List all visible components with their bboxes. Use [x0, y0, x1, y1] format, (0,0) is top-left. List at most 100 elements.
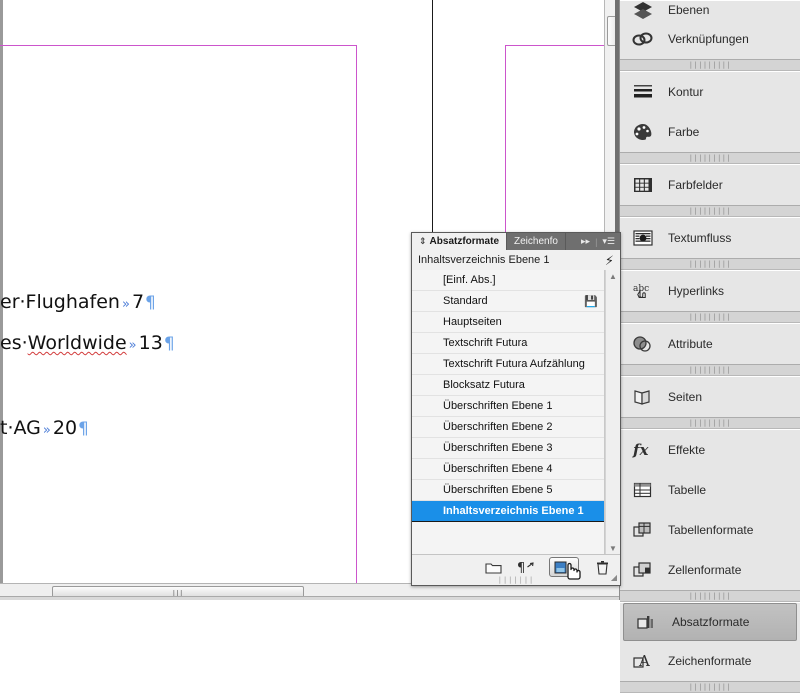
style-label: Überschriften Ebene 3 [443, 442, 553, 454]
list-item[interactable]: Überschriften Ebene 2 [412, 417, 604, 438]
dock-item-zellenformate[interactable]: Zellenformate [620, 550, 800, 590]
list-item[interactable]: Überschriften Ebene 3 [412, 438, 604, 459]
style-label: Blocksatz Futura [443, 379, 525, 391]
panel-tab-bar[interactable]: ⇕ Absatzformate Zeichenfo ▸▸ | ▾☰ [412, 233, 620, 250]
dock-label-verknuepfungen: Verknüpfungen [668, 32, 749, 46]
line2-misspelled-word: Worldwide [27, 332, 127, 354]
floppy-disk-icon: 💾 [584, 295, 598, 308]
folder-icon[interactable] [483, 558, 503, 576]
paragraph-styles-panel[interactable]: ⇕ Absatzformate Zeichenfo ▸▸ | ▾☰ Inhalt… [411, 232, 621, 586]
dock-item-effekte[interactable]: fx Effekte [620, 430, 800, 470]
svg-text:A: A [638, 652, 650, 670]
panel-menu-icon[interactable]: ▾☰ [602, 236, 615, 247]
dock-item-absatzformate[interactable]: Absatzformate [623, 603, 797, 641]
dock-grip-5[interactable]: ||||||||| [620, 312, 800, 323]
dock-grip-3[interactable]: ||||||||| [620, 206, 800, 217]
collapse-chevrons-icon[interactable]: ⇕ [419, 236, 427, 247]
line3-number: 20 [52, 417, 78, 439]
pilcrow-plus-icon[interactable]: ¶ [516, 558, 536, 576]
panel-footer-toolbar[interactable]: ¶ ||||||| ◢ [412, 554, 620, 585]
trash-icon[interactable] [592, 558, 612, 576]
tab-overflow-icon[interactable]: ▸▸ [581, 236, 590, 247]
dock-label-tabelle: Tabelle [668, 483, 707, 497]
style-label: [Einf. Abs.] [443, 274, 496, 286]
dock-label-hyperlinks: Hyperlinks [668, 284, 725, 298]
dock-grip-7[interactable]: ||||||||| [620, 418, 800, 429]
dock-label-seiten: Seiten [668, 390, 703, 404]
style-label: Hauptseiten [443, 316, 502, 328]
new-style-icon[interactable] [549, 557, 579, 577]
pages-icon [630, 384, 656, 410]
dock-group-effects-tables: fx Effekte Tabelle Tabellenformate Zelle… [620, 429, 800, 591]
current-style-field[interactable]: Inhaltsverzeichnis Ebene 1 ⚡ [412, 250, 620, 271]
color-palette-icon [630, 119, 656, 145]
style-label: Überschriften Ebene 2 [443, 421, 553, 433]
canvas-bottom-edge [0, 596, 620, 600]
line2-chevron: » [128, 338, 137, 353]
list-item[interactable]: Blocksatz Futura [412, 375, 604, 396]
list-item[interactable]: Hauptseiten [412, 312, 604, 333]
dock-group-swatches: Farbfelder [620, 164, 800, 206]
dock-item-hyperlinks[interactable]: abc Hyperlinks [620, 271, 800, 311]
line1-text: er·Flughafen [0, 291, 120, 313]
style-label: Überschriften Ebene 1 [443, 400, 553, 412]
panel-dock[interactable]: Ebenen Verknüpfungen ||||||||| Kontur Fa… [619, 0, 800, 693]
svg-text:abc: abc [633, 284, 649, 294]
dock-item-attribute[interactable]: Attribute [620, 324, 800, 364]
list-item[interactable]: Überschriften Ebene 5 [412, 480, 604, 501]
dock-group-hyperlinks: abc Hyperlinks [620, 270, 800, 312]
list-item[interactable]: Überschriften Ebene 4 [412, 459, 604, 480]
dock-item-zeichenformate[interactable]: A Zeichenformate [620, 641, 800, 681]
grip-dots-7: ||||||||| [688, 418, 732, 427]
cell-styles-icon [630, 557, 656, 583]
dock-item-kontur[interactable]: Kontur [620, 72, 800, 112]
scroll-up-arrow-icon[interactable]: ▲ [609, 270, 617, 283]
dock-grip-6[interactable]: ||||||||| [620, 365, 800, 376]
dock-grip-8[interactable]: ||||||||| [620, 591, 800, 602]
dock-grip-4[interactable]: ||||||||| [620, 259, 800, 270]
table-icon [630, 477, 656, 503]
tab-zeichenformate[interactable]: Zeichenfo [507, 233, 566, 250]
dock-label-zeichenformate: Zeichenformate [668, 654, 752, 668]
links-icon [630, 26, 656, 52]
style-list[interactable]: [Einf. Abs.] Standard 💾 Hauptseiten Text… [412, 270, 605, 555]
dock-item-seiten[interactable]: Seiten [620, 377, 800, 417]
dock-item-verknuepfungen[interactable]: Verknüpfungen [620, 19, 800, 59]
grip-dots-8: ||||||||| [688, 591, 732, 600]
grip-dots-9: ||||||||| [688, 682, 732, 691]
dock-label-attribute: Attribute [668, 337, 713, 351]
style-label: Standard [443, 295, 488, 307]
dock-group-textwrap: Textumfluss [620, 217, 800, 259]
dock-grip-2[interactable]: ||||||||| [620, 153, 800, 164]
dock-item-ebenen[interactable]: Ebenen [620, 1, 800, 19]
dock-label-farbe: Farbe [668, 125, 700, 139]
list-item-selected[interactable]: Inhaltsverzeichnis Ebene 1 [412, 501, 604, 522]
dock-grip-9[interactable]: ||||||||| [620, 682, 800, 693]
list-item[interactable]: Standard 💾 [412, 291, 604, 312]
dock-item-farbe[interactable]: Farbe [620, 112, 800, 152]
dock-grip-1[interactable]: ||||||||| [620, 60, 800, 71]
list-item[interactable]: Textschrift Futura [412, 333, 604, 354]
list-item[interactable]: [Einf. Abs.] [412, 270, 604, 291]
dock-label-zellenformate: Zellenformate [668, 563, 742, 577]
dock-item-farbfelder[interactable]: Farbfelder [620, 165, 800, 205]
document-text-line-3: t·AG» 20¶ [0, 417, 89, 439]
dock-item-tabellenformate[interactable]: Tabellenformate [620, 510, 800, 550]
style-label: Textschrift Futura Aufzählung [443, 358, 585, 370]
stroke-icon [630, 79, 656, 105]
panel-vertical-scrollbar[interactable]: ▲ ▼ [605, 270, 620, 555]
list-item[interactable]: Textschrift Futura Aufzählung [412, 354, 604, 375]
line2-pilcrow: ¶ [163, 334, 175, 354]
dock-item-tabelle[interactable]: Tabelle [620, 470, 800, 510]
tab-absatzformate[interactable]: ⇕ Absatzformate [412, 233, 508, 250]
dock-item-textumfluss[interactable]: Textumfluss [620, 218, 800, 258]
quick-apply-lightning-icon[interactable]: ⚡ [605, 254, 614, 267]
svg-text:¶: ¶ [517, 561, 525, 574]
line3-text: t·AG [0, 417, 41, 439]
tab-tools-divider: | [595, 236, 598, 247]
dock-group-pages: Seiten [620, 376, 800, 418]
list-item[interactable]: Überschriften Ebene 1 [412, 396, 604, 417]
panel-footer-grip[interactable]: ||||||| [498, 576, 535, 584]
dock-label-absatzformate: Absatzformate [672, 615, 750, 629]
panel-resize-handle[interactable]: ◢ [611, 573, 617, 582]
